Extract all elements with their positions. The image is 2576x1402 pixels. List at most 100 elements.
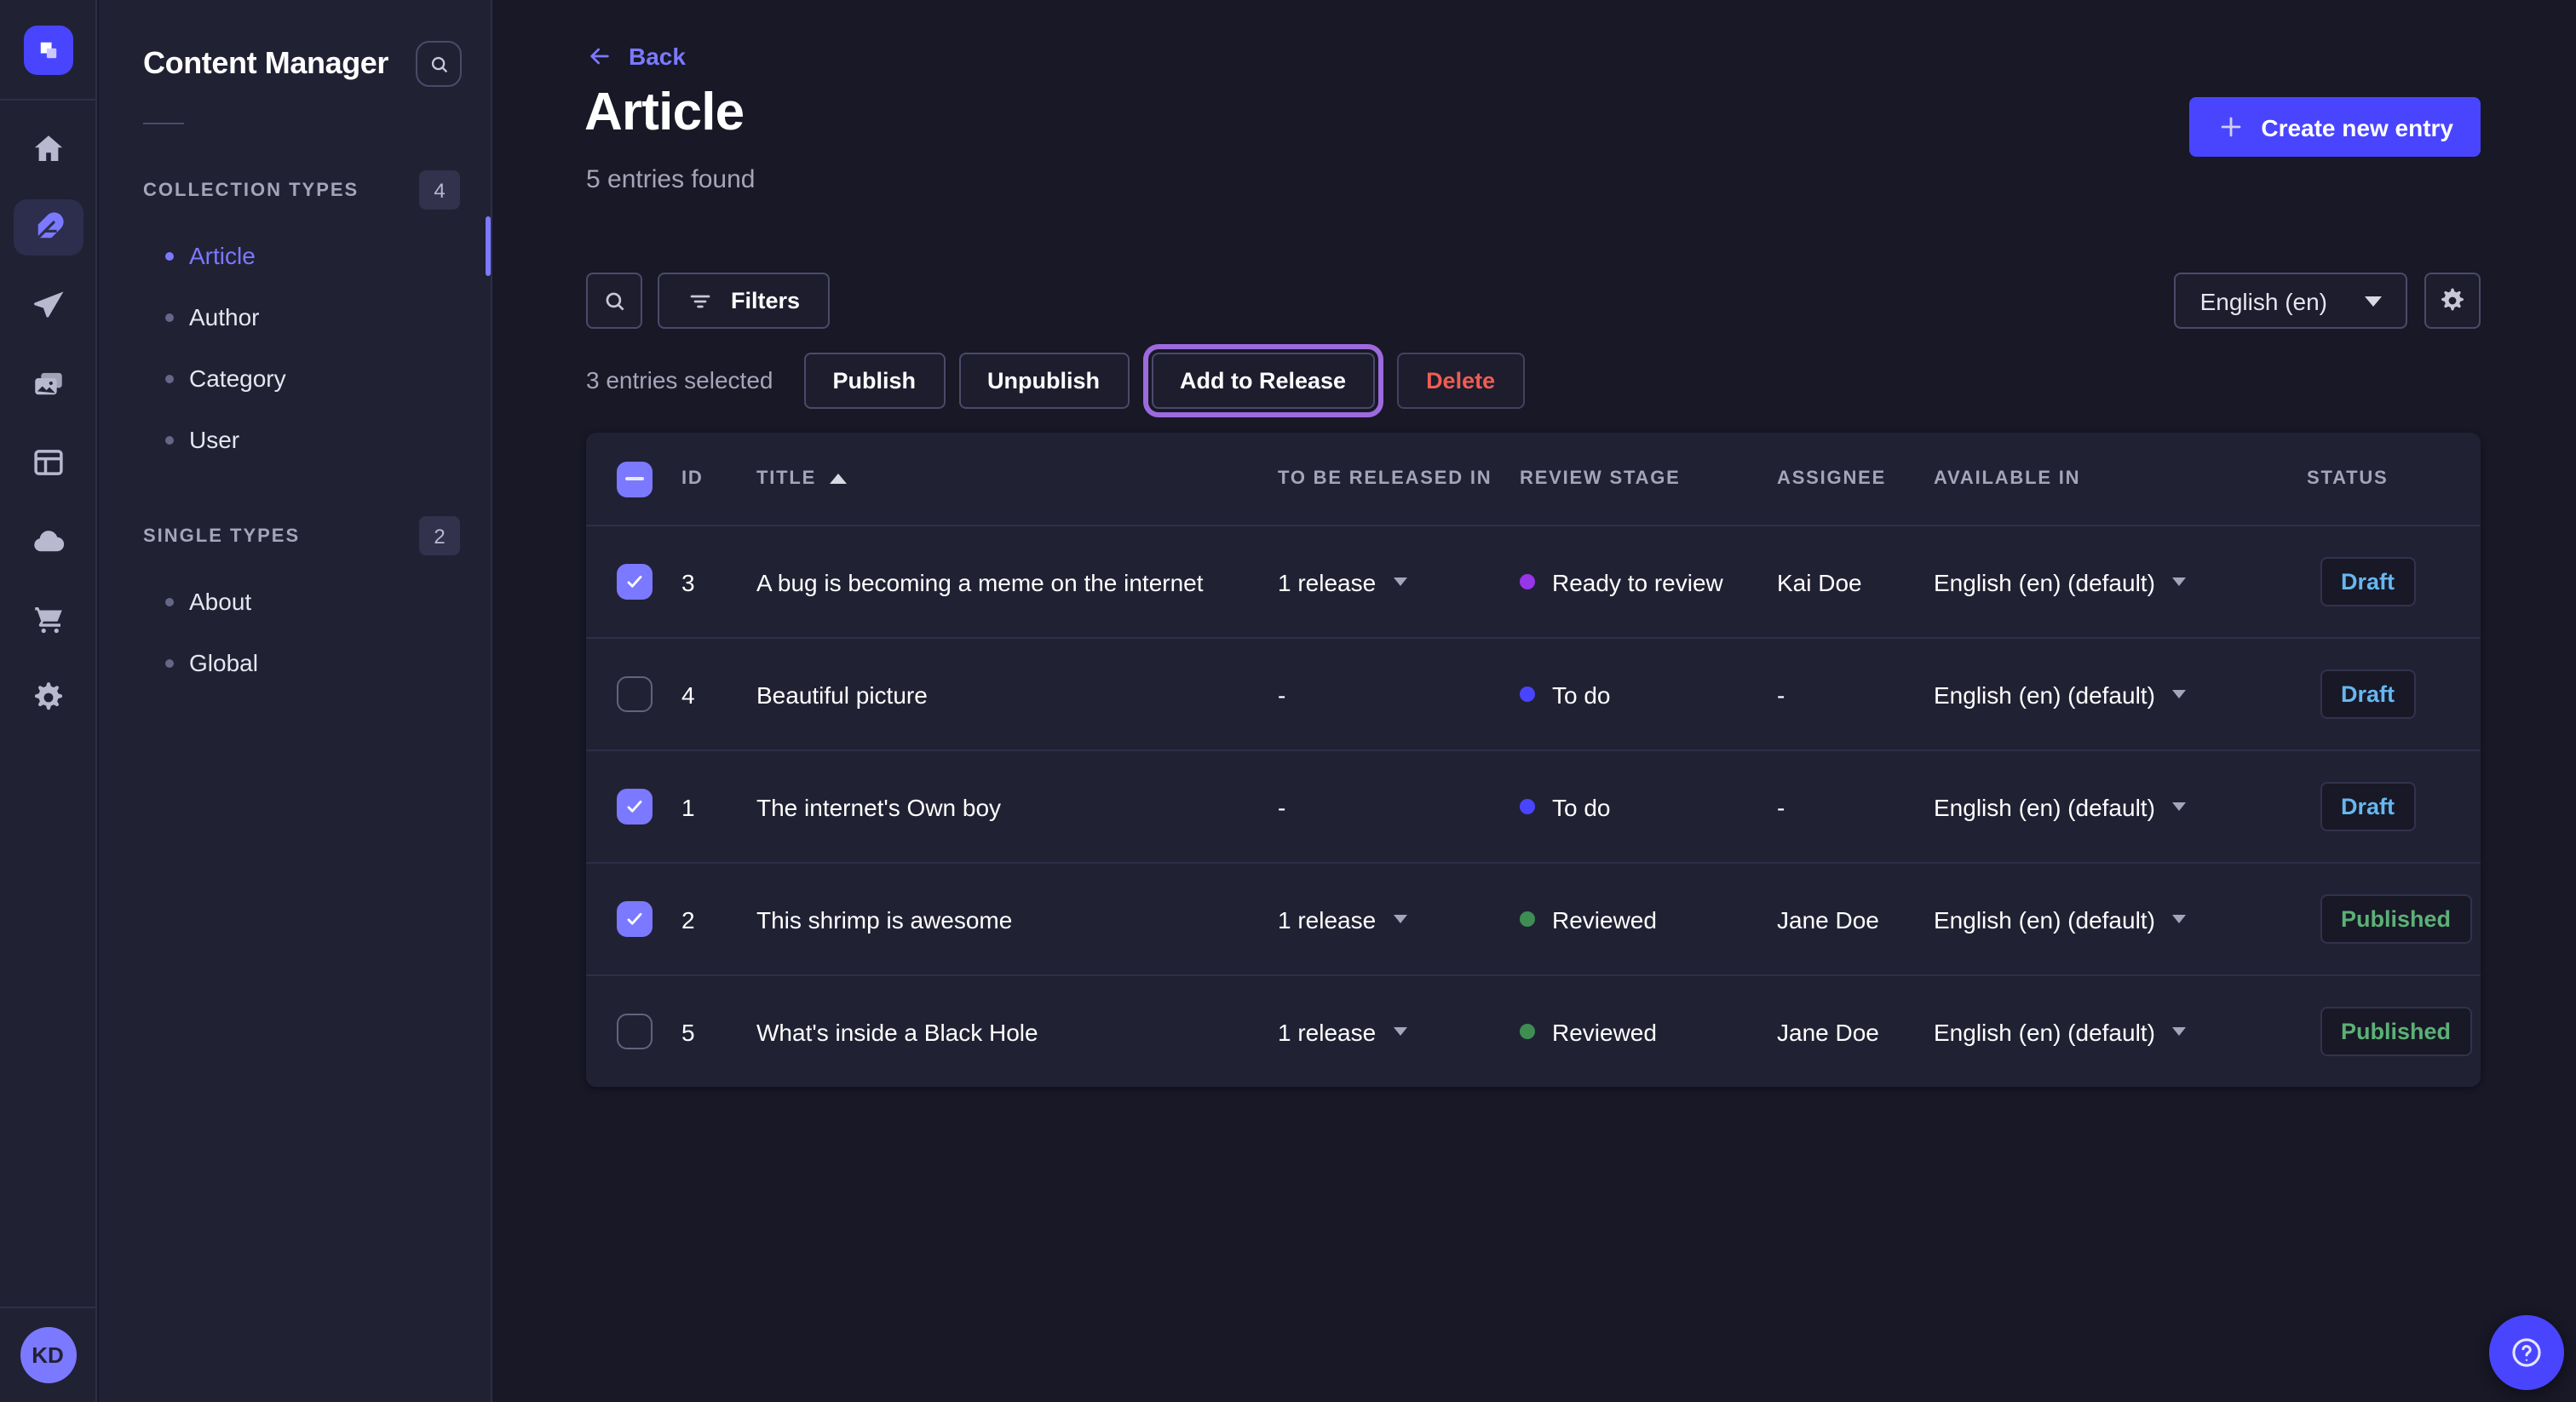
stage-dot-icon: [1520, 574, 1535, 589]
row-release[interactable]: -: [1278, 793, 1520, 820]
nav-settings-button[interactable]: [13, 669, 83, 726]
column-header-title[interactable]: TITLE: [756, 468, 1278, 489]
row-release[interactable]: 1 release: [1278, 1018, 1520, 1045]
row-id: 4: [681, 681, 756, 708]
section-items: About Global: [99, 571, 491, 693]
column-header-id[interactable]: ID: [681, 468, 756, 489]
section-count-badge: 2: [419, 516, 460, 555]
row-release[interactable]: 1 release: [1278, 568, 1520, 595]
nav-item-label: Category: [189, 365, 286, 392]
locale-select[interactable]: English (en): [2175, 273, 2407, 329]
row-id: 2: [681, 905, 756, 933]
search-button[interactable]: [586, 273, 642, 329]
row-release[interactable]: -: [1278, 681, 1520, 708]
check-icon: [624, 908, 646, 930]
row-checkbox[interactable]: [617, 564, 653, 600]
sidebar-nav-item[interactable]: Article: [99, 225, 491, 286]
bullet-icon: [165, 658, 174, 667]
main-content: Back Article 5 entries found Create new …: [494, 0, 2576, 1402]
nav-content-type-builder-button[interactable]: [13, 434, 83, 491]
row-title: A bug is becoming a meme on the internet: [756, 568, 1278, 595]
locale-value: English (en): [2200, 287, 2327, 314]
table-row[interactable]: 1 The internet's Own boy - To do - Engli…: [586, 750, 2481, 862]
nav-item-label: About: [189, 588, 251, 615]
add-to-release-button[interactable]: Add to Release: [1151, 352, 1375, 408]
sidebar-nav-item[interactable]: Category: [99, 348, 491, 409]
row-checkbox[interactable]: [617, 676, 653, 712]
row-title: The internet's Own boy: [756, 793, 1278, 820]
row-title: This shrimp is awesome: [756, 905, 1278, 933]
sidebar-nav-item[interactable]: Author: [99, 286, 491, 348]
nav-media-library-button[interactable]: [13, 356, 83, 412]
row-status: Draft: [2307, 669, 2481, 719]
strapi-logo[interactable]: [24, 26, 73, 75]
row-available-in[interactable]: English (en) (default): [1934, 681, 2307, 708]
status-badge: Published: [2320, 894, 2471, 944]
subnav-search-button[interactable]: [416, 41, 462, 87]
nav-content-manager-button[interactable]: [13, 199, 83, 256]
chevron-down-icon: [2172, 915, 2186, 923]
select-all-checkbox[interactable]: [617, 461, 653, 497]
publish-button[interactable]: Publish: [803, 352, 945, 408]
row-review-stage: To do: [1520, 793, 1777, 820]
filter-icon: [687, 287, 714, 314]
row-assignee: Kai Doe: [1777, 568, 1934, 595]
indeterminate-dash-icon: [625, 477, 644, 481]
app-window: KD Content Manager COLLECTION TYPES 4 Ar…: [0, 0, 2576, 1402]
row-id: 1: [681, 793, 756, 820]
bullet-icon: [165, 435, 174, 444]
row-checkbox[interactable]: [617, 1014, 653, 1049]
chevron-down-icon: [2172, 1027, 2186, 1036]
shopping-cart-icon: [30, 601, 66, 637]
plus-icon: [2217, 112, 2245, 141]
row-checkbox[interactable]: [617, 901, 653, 937]
row-release[interactable]: 1 release: [1278, 905, 1520, 933]
home-icon: [30, 131, 66, 167]
content-manager-icon: [30, 210, 66, 245]
table-body: 3 A bug is becoming a meme on the intern…: [586, 525, 2481, 1087]
row-available-in[interactable]: English (en) (default): [1934, 1018, 2307, 1045]
sidebar-nav-item[interactable]: About: [99, 571, 491, 632]
section-header: SINGLE TYPES 2: [99, 516, 491, 555]
back-link[interactable]: Back: [586, 43, 686, 70]
row-available-in[interactable]: English (en) (default): [1934, 568, 2307, 595]
nav-releases-button[interactable]: [13, 278, 83, 334]
sidebar-nav-item[interactable]: User: [99, 409, 491, 470]
chevron-down-icon: [2172, 577, 2186, 586]
chevron-down-icon: [1393, 915, 1406, 923]
filters-label: Filters: [731, 288, 800, 313]
paper-plane-icon: [30, 288, 66, 324]
toolbar-left: Filters: [586, 273, 829, 329]
table-row[interactable]: 2 This shrimp is awesome 1 release Revie…: [586, 862, 2481, 974]
help-button[interactable]: [2489, 1315, 2564, 1390]
nav-deploy-button[interactable]: [13, 513, 83, 569]
view-settings-button[interactable]: [2424, 273, 2481, 329]
nav-marketplace-button[interactable]: [13, 591, 83, 647]
row-checkbox[interactable]: [617, 789, 653, 825]
unpublish-button[interactable]: Unpublish: [958, 352, 1129, 408]
delete-button[interactable]: Delete: [1397, 352, 1524, 408]
row-status: Published: [2307, 894, 2481, 944]
row-title: What's inside a Black Hole: [756, 1018, 1278, 1045]
table-row[interactable]: 4 Beautiful picture - To do - English (e…: [586, 637, 2481, 750]
arrow-left-icon: [586, 43, 613, 70]
page-title: Article: [584, 82, 744, 143]
section-count-badge: 4: [419, 170, 460, 210]
rail-nav: [0, 121, 95, 726]
subnav-divider: [143, 123, 184, 124]
avatar[interactable]: KD: [20, 1327, 76, 1383]
filters-button[interactable]: Filters: [658, 273, 829, 329]
selection-count: 3 entries selected: [586, 366, 773, 394]
chevron-down-icon: [2172, 690, 2186, 698]
section-header: COLLECTION TYPES 4: [99, 170, 491, 210]
row-available-in[interactable]: English (en) (default): [1934, 905, 2307, 933]
table-row[interactable]: 5 What's inside a Black Hole 1 release R…: [586, 974, 2481, 1087]
nav-home-button[interactable]: [13, 121, 83, 177]
table-row[interactable]: 3 A bug is becoming a meme on the intern…: [586, 525, 2481, 637]
back-label: Back: [629, 43, 686, 70]
chevron-down-icon: [2172, 802, 2186, 811]
create-new-entry-button[interactable]: Create new entry: [2189, 97, 2481, 157]
sidebar-nav-item[interactable]: Global: [99, 632, 491, 693]
column-header-assignee: ASSIGNEE: [1777, 468, 1934, 489]
row-available-in[interactable]: English (en) (default): [1934, 793, 2307, 820]
